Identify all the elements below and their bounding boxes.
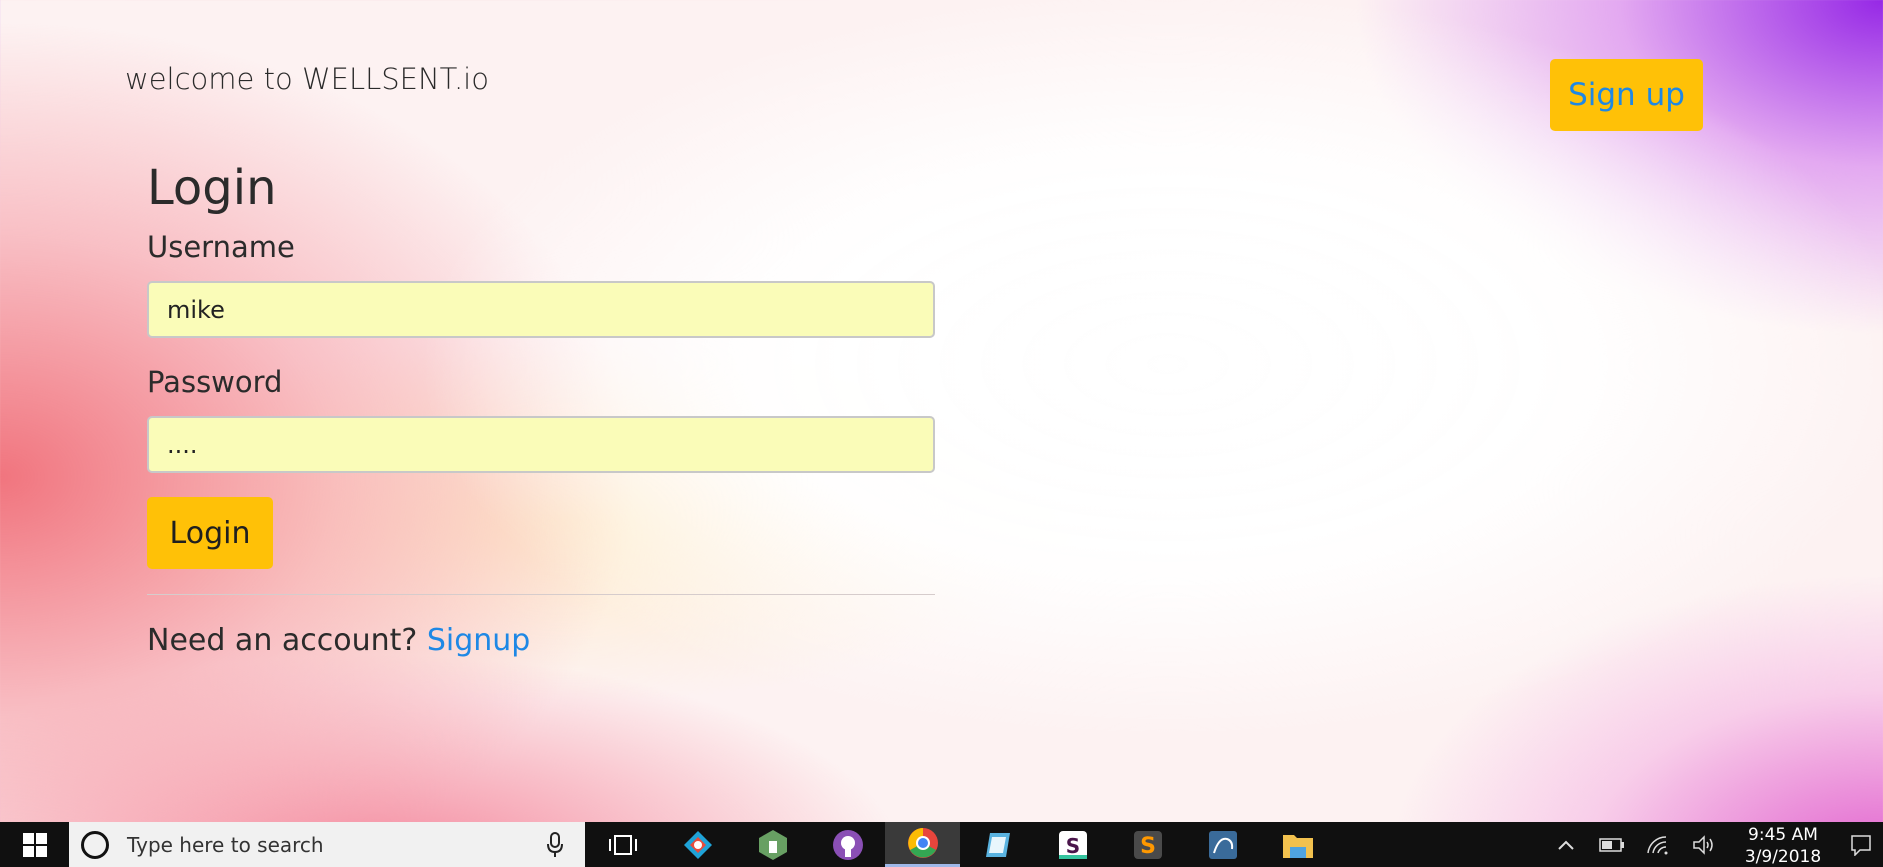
battery-icon <box>1599 837 1624 852</box>
slack-icon: S <box>1058 830 1087 859</box>
chrome-icon <box>907 828 938 858</box>
username-input[interactable] <box>147 281 935 338</box>
action-center-button[interactable] <box>1839 834 1883 856</box>
speaker-icon <box>1693 834 1713 855</box>
notification-icon <box>1851 834 1871 856</box>
svg-text:S: S <box>1140 834 1156 859</box>
taskbar-app-mysql[interactable] <box>1185 822 1260 867</box>
tray-volume[interactable] <box>1681 834 1727 855</box>
start-button[interactable] <box>0 822 69 867</box>
windows-icon <box>22 832 47 857</box>
taskbar-apps: S S <box>585 822 1335 867</box>
taskbar-app-gitkraken[interactable] <box>660 822 735 867</box>
password-input[interactable] <box>147 416 935 473</box>
tray-overflow-button[interactable] <box>1543 839 1589 851</box>
notepad-icon <box>985 832 1010 857</box>
cortana-icon <box>81 830 109 859</box>
signup-link[interactable]: Signup <box>427 623 531 658</box>
taskbar: Type here to search S S 9:45 AM 3/9/2018 <box>0 822 1883 867</box>
username-label: Username <box>147 230 295 264</box>
taskbar-app-sublime[interactable]: S <box>1110 822 1185 867</box>
form-title: Login <box>147 160 277 216</box>
chevron-up-icon <box>1558 840 1574 850</box>
tray-network[interactable] <box>1635 835 1681 855</box>
folder-icon <box>1282 834 1313 858</box>
nodejs-icon <box>758 829 787 860</box>
svg-text:S: S <box>1065 834 1079 858</box>
taskbar-app-nodejs[interactable] <box>735 822 810 867</box>
taskbar-app-file-explorer[interactable] <box>1260 822 1335 867</box>
clock-date: 3/9/2018 <box>1744 846 1822 867</box>
taskbar-search[interactable]: Type here to search <box>69 822 585 867</box>
signup-top-button[interactable]: Sign up <box>1550 59 1703 131</box>
tray-battery[interactable] <box>1589 837 1635 852</box>
brand-title: welcome to WELLSENT.io <box>125 62 489 96</box>
form-divider <box>147 594 935 595</box>
system-tray: 9:45 AM 3/9/2018 <box>1543 822 1883 867</box>
login-page: welcome to WELLSENT.io Sign up Login Use… <box>0 0 1883 822</box>
clock-time: 9:45 AM <box>1748 824 1818 845</box>
search-placeholder: Type here to search <box>127 832 324 857</box>
password-label: Password <box>147 365 283 399</box>
username-group: Username <box>147 230 935 338</box>
taskbar-app-notepad[interactable] <box>960 822 1035 867</box>
taskbar-app-chrome[interactable] <box>885 822 960 867</box>
task-view-icon <box>608 834 637 855</box>
task-view-button[interactable] <box>585 822 660 867</box>
account-prompt-text: Need an account? <box>147 623 427 658</box>
taskbar-app-github[interactable] <box>810 822 885 867</box>
login-form: Login Username Password Login Need an ac… <box>147 160 935 658</box>
login-button[interactable]: Login <box>147 497 273 569</box>
account-prompt: Need an account? Signup <box>147 623 935 658</box>
gitkraken-icon <box>683 830 712 859</box>
github-icon <box>832 829 863 860</box>
password-group: Password <box>147 365 935 473</box>
microphone-icon[interactable] <box>547 832 563 858</box>
wifi-icon <box>1647 835 1668 854</box>
taskbar-app-slack[interactable]: S <box>1035 822 1110 867</box>
taskbar-clock[interactable]: 9:45 AM 3/9/2018 <box>1727 824 1839 867</box>
mysql-icon <box>1208 830 1237 859</box>
sublime-icon: S <box>1133 830 1162 859</box>
